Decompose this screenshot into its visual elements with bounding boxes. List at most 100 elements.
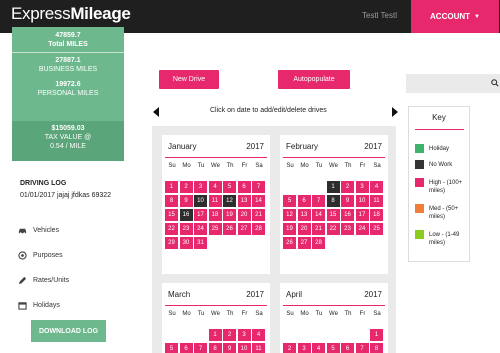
calendar-day[interactable]: 15 <box>326 209 340 221</box>
calendar-day[interactable]: 2 <box>223 329 236 341</box>
calendar-day[interactable]: 7 <box>312 195 325 207</box>
calendar-day[interactable]: 9 <box>179 195 193 207</box>
calendar-day[interactable]: 14 <box>312 209 325 221</box>
download-log-button[interactable]: DOWNLOAD LOG <box>31 320 106 342</box>
account-button[interactable]: ACCOUNT ▼ <box>411 0 499 33</box>
autopopulate-button[interactable]: Autopopulate <box>278 70 350 89</box>
calendar-day[interactable]: 25 <box>370 223 383 235</box>
calendar-day[interactable]: 1 <box>208 329 222 341</box>
calendar-day[interactable]: 5 <box>223 181 236 193</box>
calendar-day[interactable]: 3 <box>237 329 251 341</box>
search-input[interactable] <box>406 74 500 93</box>
calendar-day[interactable]: 28 <box>312 237 325 249</box>
calendar-day[interactable]: 12 <box>223 195 236 207</box>
search-icon[interactable] <box>491 79 499 87</box>
calendar-day[interactable]: 3 <box>297 343 311 353</box>
mileage-summary: 47859.7 Total MILES 27887.1 BUSINESS MIL… <box>12 27 124 161</box>
calendar-day[interactable]: 9 <box>223 343 236 353</box>
calendar-day[interactable]: 5 <box>326 343 340 353</box>
calendar-day[interactable]: 25 <box>208 223 222 235</box>
calendar-day[interactable]: 4 <box>252 329 265 341</box>
calendar-day[interactable]: 14 <box>252 195 265 207</box>
calendar-day[interactable]: 22 <box>326 223 340 235</box>
calendar-day[interactable]: 16 <box>341 209 354 221</box>
month-year: 2017 <box>246 142 264 151</box>
calendar-day[interactable]: 11 <box>208 195 222 207</box>
calendar-day[interactable]: 1 <box>370 329 383 341</box>
calendar-day[interactable]: 4 <box>370 181 383 193</box>
weekday-label: Sa <box>255 163 263 169</box>
calendar-day[interactable]: 20 <box>237 209 251 221</box>
calendar-day[interactable]: 2 <box>283 343 296 353</box>
calendar-day[interactable]: 1 <box>326 181 340 193</box>
calendar-day[interactable]: 6 <box>237 181 251 193</box>
calendar-day[interactable]: 7 <box>252 181 265 193</box>
calendar-day[interactable]: 7 <box>355 343 369 353</box>
calendar-day[interactable]: 4 <box>312 343 325 353</box>
weekday-label: Mo <box>182 163 191 169</box>
calendar-day[interactable]: 8 <box>208 343 222 353</box>
calendar-day[interactable]: 21 <box>312 223 325 235</box>
month-calendar-february: February 2017 Su Mo Tu We Th Fr Sa 1 2 3 4 5 6 7 8 9 10 1… <box>280 135 388 274</box>
calendar-day[interactable]: 16 <box>179 209 193 221</box>
calendar-day[interactable]: 31 <box>194 237 207 249</box>
calendar-day[interactable]: 3 <box>194 181 207 193</box>
calendar-day[interactable]: 5 <box>283 195 296 207</box>
calendar-day[interactable]: 9 <box>341 195 354 207</box>
calendar-day[interactable]: 23 <box>179 223 193 235</box>
calendar-day[interactable]: 23 <box>341 223 354 235</box>
calendar-day[interactable]: 2 <box>179 181 193 193</box>
calendar-day[interactable]: 15 <box>165 209 178 221</box>
calendar-day[interactable]: 13 <box>297 209 311 221</box>
calendar-day[interactable]: 27 <box>297 237 311 249</box>
calendar-day[interactable]: 28 <box>252 223 265 235</box>
calendar-day[interactable]: 26 <box>283 237 296 249</box>
nav-rates-units[interactable]: Rates/Units <box>18 276 69 285</box>
calendar-day[interactable]: 13 <box>237 195 251 207</box>
calendar-day[interactable]: 2 <box>341 181 354 193</box>
calendar-day[interactable]: 21 <box>252 209 265 221</box>
calendar-day[interactable]: 30 <box>179 237 193 249</box>
calendar-day[interactable]: 20 <box>297 223 311 235</box>
calendar-day[interactable]: 10 <box>237 343 251 353</box>
nav-holidays[interactable]: Holidays <box>18 301 60 310</box>
calendar-day[interactable]: 12 <box>283 209 296 221</box>
brand-logo[interactable]: ExpressMileage <box>11 4 131 24</box>
calendar-day[interactable]: 4 <box>208 181 222 193</box>
next-arrow-icon[interactable] <box>392 107 398 117</box>
calendar-day[interactable]: 7 <box>194 343 207 353</box>
calendar-day[interactable]: 10 <box>194 195 207 207</box>
calendar-day[interactable]: 8 <box>370 343 383 353</box>
prev-arrow-icon[interactable] <box>153 107 159 117</box>
key-label: Holiday <box>429 146 450 152</box>
calendar-day[interactable]: 19 <box>223 209 236 221</box>
calendar-day[interactable]: 8 <box>165 195 178 207</box>
calendar-day[interactable]: 8 <box>326 195 340 207</box>
calendar-day[interactable]: 3 <box>355 181 369 193</box>
calendar-day[interactable]: 18 <box>208 209 222 221</box>
car-icon <box>18 228 27 235</box>
calendar-day[interactable]: 27 <box>237 223 251 235</box>
new-drive-button[interactable]: New Drive <box>159 70 219 89</box>
calendar-day[interactable]: 11 <box>370 195 383 207</box>
nav-vehicles[interactable]: Vehicles <box>18 226 59 235</box>
calendar-day[interactable]: 29 <box>165 237 178 249</box>
calendar-day[interactable]: 5 <box>165 343 178 353</box>
calendar-day[interactable]: 1 <box>165 181 178 193</box>
calendar-day[interactable]: 24 <box>194 223 207 235</box>
calendar-day[interactable]: 22 <box>165 223 178 235</box>
calendar-day[interactable]: 6 <box>341 343 354 353</box>
calendar-day[interactable]: 19 <box>283 223 296 235</box>
calendar-day[interactable]: 6 <box>179 343 193 353</box>
weekday-label: Mo <box>182 311 191 317</box>
nav-purposes[interactable]: Purposes <box>18 251 63 260</box>
calendar-day[interactable]: 11 <box>252 343 265 353</box>
calendar-day[interactable]: 17 <box>355 209 369 221</box>
calendar-day[interactable]: 10 <box>355 195 369 207</box>
calendar-day[interactable]: 18 <box>370 209 383 221</box>
month-divider <box>283 157 385 158</box>
calendar-day[interactable]: 24 <box>355 223 369 235</box>
calendar-day[interactable]: 17 <box>194 209 207 221</box>
calendar-day[interactable]: 6 <box>297 195 311 207</box>
calendar-day[interactable]: 26 <box>223 223 236 235</box>
